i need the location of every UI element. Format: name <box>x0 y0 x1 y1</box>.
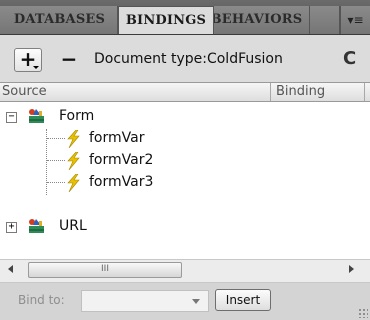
bind-bar: Bind to: Insert <box>0 283 370 320</box>
lightning-icon <box>67 174 80 192</box>
dropdown-caret-icon <box>33 66 39 69</box>
column-headers: Source Binding <box>0 83 370 102</box>
bind-to-select[interactable] <box>81 290 209 312</box>
lightning-icon <box>67 152 80 170</box>
resize-grip-icon[interactable] <box>358 308 368 318</box>
document-type-label: Document type:ColdFusion <box>94 51 283 67</box>
remove-binding-button[interactable]: − <box>60 47 78 71</box>
scrollbar-thumb[interactable]: III <box>28 262 182 278</box>
tree-connector <box>47 182 65 183</box>
tree-item-form[interactable]: Form <box>59 105 94 127</box>
tree-item-url[interactable]: URL <box>59 215 87 237</box>
expand-toggle-form[interactable]: − <box>6 112 17 123</box>
column-divider[interactable] <box>364 83 365 101</box>
expand-toggle-url[interactable]: + <box>6 222 17 233</box>
url-icon <box>29 219 44 233</box>
refresh-icon[interactable]: C <box>343 48 356 69</box>
tree-connector <box>47 160 65 161</box>
form-icon <box>29 109 44 123</box>
insert-button[interactable]: Insert <box>215 289 271 311</box>
tree-connector <box>47 138 65 139</box>
horizontal-scrollbar[interactable]: III <box>0 259 370 283</box>
panel-menu-icon[interactable]: ▾≡ <box>340 6 370 34</box>
scroll-right-arrow-icon[interactable] <box>349 265 354 273</box>
scroll-left-arrow-icon[interactable] <box>8 265 13 273</box>
column-header-source[interactable]: Source <box>2 84 268 99</box>
add-binding-button[interactable]: + <box>14 48 42 72</box>
tab-bar-spacer <box>310 6 340 34</box>
tree-item-formvar[interactable]: formVar <box>89 127 144 149</box>
tab-bindings[interactable]: BINDINGS <box>118 6 214 34</box>
tab-behaviors[interactable]: BEHAVIORS <box>214 6 310 34</box>
bindings-tree: Source Binding − Form formVar formVar2 f… <box>0 82 370 259</box>
column-header-binding[interactable]: Binding <box>276 84 325 99</box>
column-divider[interactable] <box>270 83 271 101</box>
lightning-icon <box>67 130 80 148</box>
bind-to-label: Bind to: <box>18 293 65 307</box>
tree-item-formvar3[interactable]: formVar3 <box>89 171 153 193</box>
bindings-toolbar: + − Document type:ColdFusion C <box>0 35 370 81</box>
tree-item-formvar2[interactable]: formVar2 <box>89 149 153 171</box>
tab-databases[interactable]: DATABASES <box>0 6 118 34</box>
panel-tab-bar: DATABASES BINDINGS BEHAVIORS ▾≡ <box>0 0 370 35</box>
chevron-down-icon <box>192 299 200 304</box>
